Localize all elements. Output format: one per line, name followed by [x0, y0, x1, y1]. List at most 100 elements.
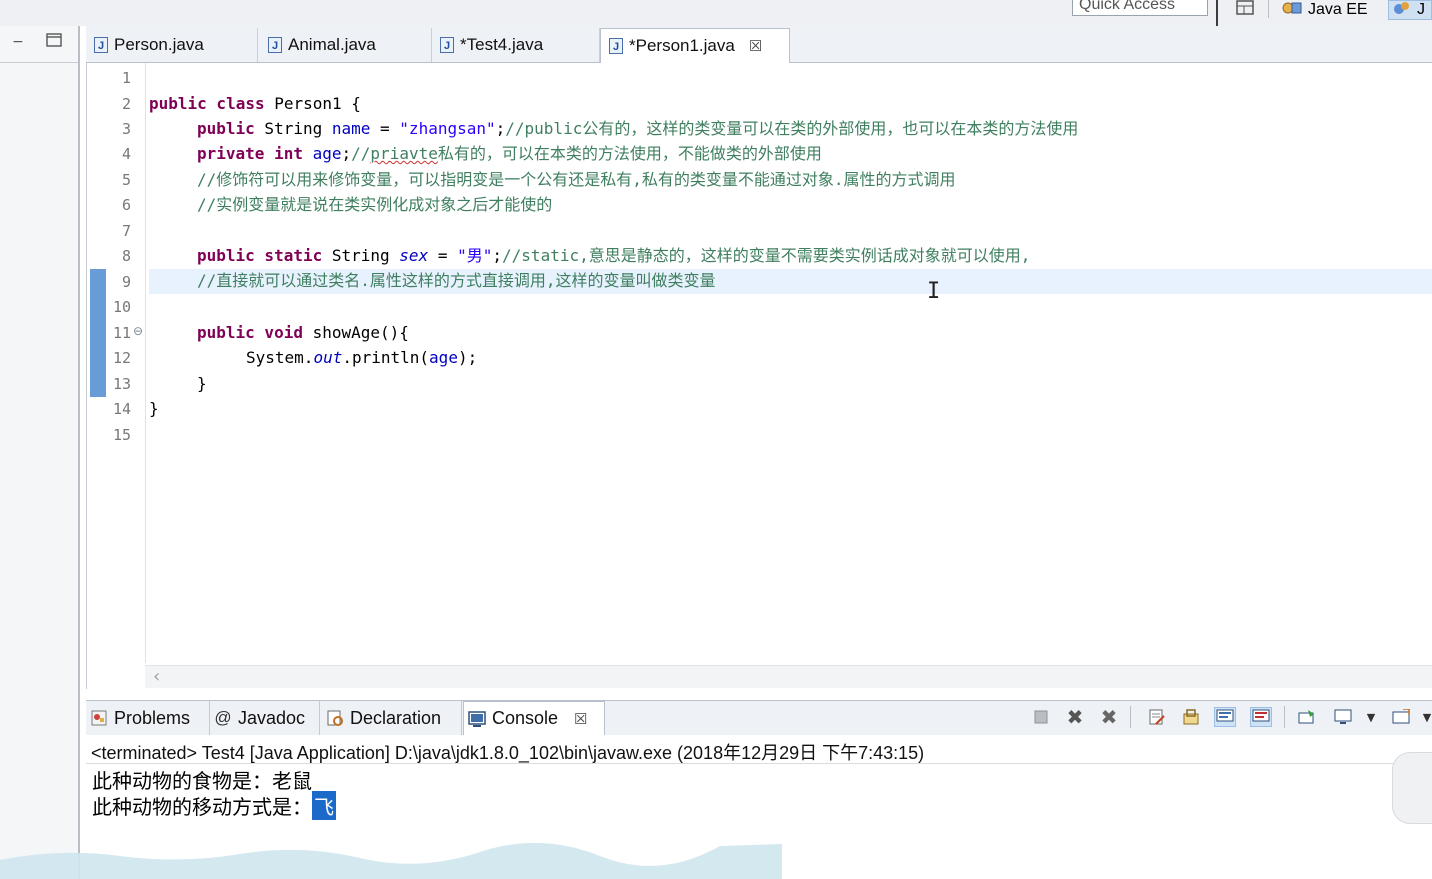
clear-console-icon[interactable] — [1146, 707, 1168, 727]
selected-text: 飞 — [312, 791, 336, 820]
toolbar-divider — [1216, 0, 1218, 26]
code-line: public static String sex = "男";//static,… — [197, 246, 1031, 265]
tab-javadoc[interactable]: @ Javadoc — [210, 701, 320, 735]
code-editor[interactable]: 1 2 3 4 5 6 7 8 9 10 11 ⊖ 12 13 14 15 pu… — [86, 63, 1432, 689]
tab-declaration[interactable]: Declaration — [322, 701, 462, 735]
line-number: 13 — [112, 375, 131, 393]
tab-test4-java[interactable]: J *Test4.java — [432, 28, 600, 62]
quick-access-field[interactable]: Quick Access — [1072, 0, 1208, 16]
line-number: 2 — [121, 95, 131, 113]
code-line: public String name = "zhangsan";//public… — [197, 119, 1079, 138]
line-number: 12 — [112, 349, 131, 367]
show-console-on-stdout-icon[interactable] — [1214, 707, 1236, 727]
line-number: 3 — [121, 120, 131, 138]
tab-console[interactable]: Console ☒ — [463, 701, 605, 735]
tab-label: Console — [492, 708, 559, 728]
code-line: } — [197, 374, 207, 393]
console-terminated-label: <terminated> Test4 [Java Application] D:… — [91, 743, 925, 763]
left-minimized-panel: − — [0, 26, 80, 879]
line-number: 14 — [112, 400, 131, 418]
line-number-gutter: 1 2 3 4 5 6 7 8 9 10 11 ⊖ 12 13 14 15 — [107, 63, 146, 663]
tab-label: Problems — [114, 707, 191, 728]
problems-icon — [90, 709, 108, 727]
code-line: //实例变量就是说在类实例化成对象之后才能使的 — [197, 195, 553, 214]
editor-tab-bar: J Person.java J Animal.java J *Test4.jav… — [86, 26, 1432, 63]
tab-label: *Person1.java — [629, 36, 735, 55]
java-file-icon: J — [94, 37, 108, 53]
line-number: 15 — [112, 426, 131, 444]
scroll-lock-icon[interactable] — [1180, 707, 1202, 727]
tab-problems[interactable]: Problems — [86, 701, 210, 735]
tab-animal-java[interactable]: J Animal.java — [260, 28, 432, 62]
line-number: 7 — [121, 222, 131, 240]
console-output-line: 此种动物的食物是：老鼠 — [92, 769, 312, 793]
minimize-icon[interactable]: − — [12, 34, 24, 50]
at-icon: @ — [214, 708, 232, 727]
show-console-on-stderr-icon[interactable] — [1250, 707, 1272, 727]
scroll-left-icon[interactable]: ‹ — [153, 666, 160, 687]
text-cursor-icon: I — [927, 279, 941, 304]
tab-label: Person.java — [114, 35, 204, 54]
line-number: 1 — [121, 69, 131, 87]
tab-label: Javadoc — [238, 707, 306, 728]
open-perspective-button[interactable] — [1236, 0, 1254, 20]
toolbar-divider — [1130, 706, 1131, 728]
maximize-icon[interactable] — [46, 32, 62, 52]
pin-console-icon[interactable] — [1296, 707, 1318, 727]
quick-diff-bar — [90, 269, 106, 397]
line-number: 11 — [112, 324, 131, 342]
display-selected-console-icon[interactable] — [1332, 707, 1354, 727]
code-text[interactable]: public class Person1 { public String nam… — [149, 63, 1432, 663]
fold-collapse-icon[interactable]: ⊖ — [133, 324, 143, 338]
close-icon[interactable]: ☒ — [749, 37, 762, 55]
java-file-icon: J — [440, 37, 454, 53]
top-toolbar: Quick Access Java EE J — [0, 0, 1432, 26]
panel-divider — [0, 62, 78, 63]
console-header-divider — [86, 763, 1432, 764]
terminate-icon[interactable] — [1030, 707, 1052, 727]
chevron-down-icon[interactable]: ▼ — [1416, 707, 1432, 727]
code-line: //修饰符可以用来修饰变量，可以指明变是一个公有还是私有,私有的类变量不能通过对… — [197, 170, 956, 189]
perspective-java[interactable]: J — [1388, 0, 1432, 20]
tab-label: Declaration — [350, 707, 442, 728]
spelling-error: priavte — [370, 144, 438, 163]
code-line-current: //直接就可以通过类名.属性这样的方式直接调用,这样的变量叫做类变量 — [197, 271, 716, 290]
horizontal-scrollbar[interactable]: ‹ — [145, 665, 1432, 688]
java-perspective-icon — [1393, 0, 1411, 21]
overview-ruler — [87, 63, 107, 663]
perspective-divider — [1268, 0, 1269, 18]
floating-widget[interactable] — [1392, 752, 1432, 824]
line-number: 4 — [121, 145, 131, 163]
code-line: private int age;//priavte私有的，可以在本类的方法使用，… — [197, 144, 822, 163]
toolbar-divider — [1284, 706, 1285, 728]
declaration-icon — [326, 709, 344, 727]
line-number: 10 — [112, 298, 131, 316]
tab-person1-java[interactable]: J *Person1.java ☒ — [600, 28, 790, 63]
line-number: 5 — [121, 171, 131, 189]
open-console-icon[interactable] — [1390, 707, 1412, 727]
code-line: public class Person1 { — [149, 94, 361, 113]
close-icon[interactable]: ☒ — [574, 710, 587, 728]
java-file-icon: J — [609, 38, 623, 54]
java-ee-icon — [1282, 0, 1302, 21]
line-number: 8 — [121, 247, 131, 265]
java-perspective-label: J — [1417, 1, 1425, 18]
console-icon — [468, 710, 486, 728]
remove-launch-icon[interactable]: ✖ — [1064, 705, 1086, 729]
watercolor-decoration — [0, 842, 782, 879]
chevron-down-icon[interactable]: ▼ — [1360, 707, 1382, 727]
tab-person-java[interactable]: J Person.java — [86, 28, 258, 62]
line-number: 9 — [121, 273, 131, 291]
code-line: public void showAge(){ — [197, 323, 409, 342]
java-ee-label: Java EE — [1308, 1, 1368, 18]
perspective-java-ee[interactable]: Java EE — [1282, 0, 1368, 20]
console-output-line: 此种动物的移动方式是：飞 — [92, 791, 336, 820]
java-file-icon: J — [268, 37, 282, 53]
tab-label: Animal.java — [288, 35, 376, 54]
code-line: } — [149, 399, 159, 418]
open-perspective-icon — [1236, 0, 1254, 21]
line-number: 6 — [121, 196, 131, 214]
remove-all-terminated-icon[interactable]: ✖ — [1098, 705, 1120, 729]
code-line: System.out.println(age); — [246, 348, 478, 367]
tab-label: *Test4.java — [460, 35, 544, 54]
